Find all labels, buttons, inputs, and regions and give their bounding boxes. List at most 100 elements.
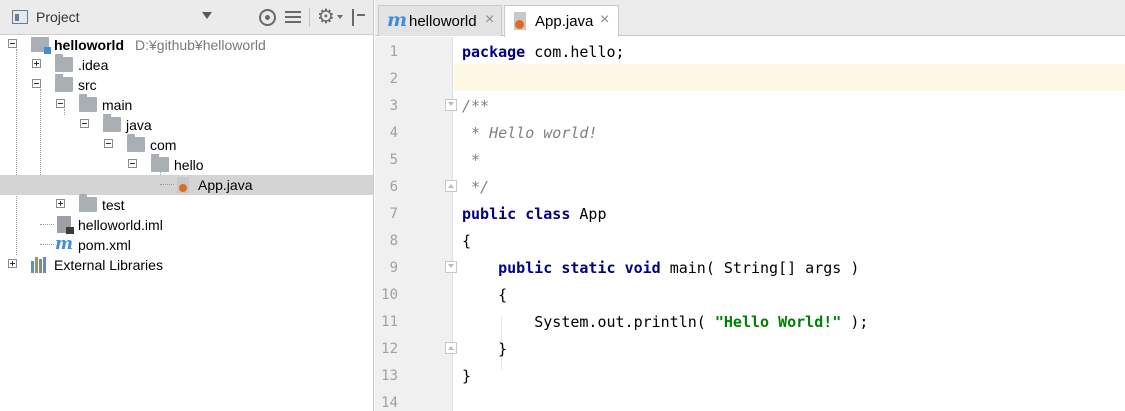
code-line-1: package com.hello; (462, 39, 625, 66)
hide-panel-icon[interactable] (352, 9, 366, 26)
tree-item-idea[interactable]: .idea (0, 54, 373, 75)
code-line-4: * Hello world! (462, 124, 598, 142)
java-class-icon (177, 177, 189, 193)
folder-icon (79, 194, 97, 212)
keyword: static (561, 259, 616, 277)
tree-item-hello[interactable]: hello (0, 154, 373, 175)
project-panel: Project ⚙ helloworld D:¥github¥helloworl… (0, 0, 374, 411)
folder-icon (79, 94, 97, 112)
collapse-toggle[interactable] (32, 79, 41, 88)
editor-gutter[interactable]: 1 2 3 4 5 6 7 8 9 10 11 12 13 14 (375, 37, 457, 411)
tab-app-java[interactable]: App.java × (504, 5, 619, 37)
tree-item-com[interactable]: com (0, 134, 373, 155)
tree-item-label: src (78, 77, 97, 93)
collapse-all-icon[interactable] (285, 9, 301, 26)
collapse-toggle[interactable] (56, 99, 65, 108)
tab-label: helloworld (409, 13, 477, 30)
folder-icon (151, 154, 169, 172)
code-line-10: { (462, 286, 508, 304)
editor-tab-bar: m helloworld × App.java × (375, 0, 1125, 37)
libraries-icon (31, 257, 49, 273)
tree-item-label: pom.xml (78, 237, 131, 253)
line-number: 7 (389, 206, 398, 222)
code-text: App (570, 205, 607, 223)
folder-icon (127, 134, 145, 152)
line-number: 8 (389, 233, 398, 249)
line-number: 6 (389, 179, 398, 195)
tree-item-test[interactable]: test (0, 194, 373, 215)
scroll-from-source-icon[interactable] (259, 9, 276, 26)
code-text: main( String[] args ) (660, 259, 860, 277)
line-number: 2 (389, 71, 398, 87)
module-icon (31, 37, 51, 54)
tree-item-pom-xml[interactable]: m pom.xml (0, 234, 373, 255)
close-icon[interactable]: × (600, 11, 609, 29)
maven-icon: m (387, 9, 408, 31)
editor: m helloworld × App.java × 1 2 3 4 5 6 7 … (375, 0, 1125, 411)
tree-item-label: helloworld (54, 37, 124, 53)
tree-item-label: test (102, 197, 125, 213)
java-class-icon (514, 12, 526, 30)
tree-item-main[interactable]: main (0, 94, 373, 115)
keyword: public (462, 205, 517, 223)
expand-toggle[interactable] (8, 259, 17, 268)
code-text: com.hello; (525, 43, 625, 61)
line-number: 12 (381, 341, 398, 357)
tree-item-label: .idea (78, 57, 109, 73)
expand-toggle[interactable] (56, 199, 65, 208)
line-number: 9 (389, 260, 398, 276)
tree-item-helloworld-iml[interactable]: helloworld.iml (0, 215, 373, 235)
code-line-7: public class App (462, 201, 607, 228)
line-number: 10 (381, 287, 398, 303)
code-line-11: System.out.println( "Hello World!" ); (462, 309, 868, 336)
keyword: void (624, 259, 661, 277)
tree-item-label: hello (174, 157, 204, 173)
folder-icon (55, 54, 73, 72)
collapse-toggle[interactable] (8, 39, 17, 48)
view-dropdown-icon[interactable] (202, 12, 212, 19)
folder-icon (103, 114, 121, 132)
code-line-9: public static void main( String[] args ) (462, 255, 859, 282)
collapse-toggle[interactable] (104, 139, 113, 148)
line-number: 4 (389, 125, 398, 141)
tab-label: App.java (535, 13, 594, 30)
chevron-down-icon[interactable] (337, 15, 343, 19)
collapse-toggle[interactable] (128, 159, 137, 168)
close-icon[interactable]: × (485, 11, 494, 29)
panel-title[interactable]: Project (36, 9, 80, 25)
project-panel-header: Project ⚙ (0, 0, 373, 35)
code-area[interactable]: package com.hello; /** * Hello world! * … (454, 37, 1125, 411)
keyword: package (462, 43, 526, 61)
tree-item-app-java[interactable]: App.java (0, 175, 373, 195)
tree-item-label: java (126, 117, 152, 133)
line-number: 11 (381, 314, 398, 330)
code-line-3: /** (462, 97, 490, 115)
tree-item-external-libraries[interactable]: External Libraries (0, 255, 373, 275)
tree-guide (160, 184, 174, 185)
code-text: System.out.println( (462, 313, 715, 331)
maven-icon: m (55, 234, 73, 254)
tab-helloworld[interactable]: m helloworld × (378, 5, 502, 36)
tree-item-label: com (150, 137, 177, 153)
line-number: 3 (389, 98, 398, 114)
tree-item-label: main (102, 97, 133, 113)
collapse-toggle[interactable] (80, 119, 89, 128)
line-number: 5 (389, 152, 398, 168)
tree-item-label: helloworld.iml (78, 217, 163, 233)
code-line-8: { (462, 232, 472, 250)
tree-item-helloworld[interactable]: helloworld D:¥github¥helloworld (0, 35, 373, 55)
code-line-13: } (462, 367, 472, 385)
tree-item-label: App.java (198, 177, 253, 193)
tree-item-src[interactable]: src (0, 74, 373, 95)
gear-icon[interactable]: ⚙ (317, 6, 335, 28)
line-number: 14 (381, 395, 398, 411)
tree-item-label: External Libraries (54, 257, 163, 273)
expand-toggle[interactable] (32, 59, 41, 68)
tree-guide (40, 244, 54, 245)
code-text: ); (841, 313, 869, 331)
tree-item-java[interactable]: java (0, 114, 373, 135)
folder-icon (55, 74, 73, 92)
project-path: D:¥github¥helloworld (135, 37, 266, 53)
code-line-6: */ (462, 178, 490, 196)
project-icon (12, 10, 28, 24)
